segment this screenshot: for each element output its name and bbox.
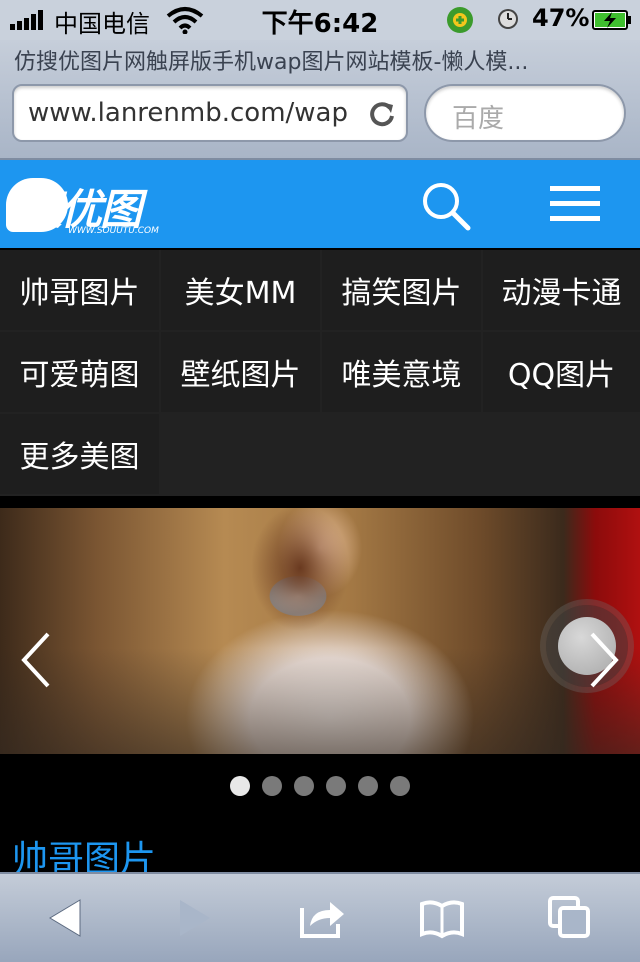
browser-chrome: 仿搜优图片网触屏版手机wap图片网站模板-懒人模... www.lanrenmb… [0,40,640,160]
category-item[interactable]: 帅哥图片 [0,250,159,330]
carousel-dot[interactable] [230,776,250,796]
carousel-dot[interactable] [326,776,346,796]
browser-search-input[interactable]: 百度 [424,84,626,142]
share-icon[interactable] [298,894,346,942]
carousel-dot[interactable] [358,776,378,796]
tabs-icon[interactable] [546,894,594,942]
banner-shade [0,648,640,754]
security-app-icon [447,7,473,33]
site-logo[interactable]: 搜优图 WWW.SOUUTU.COM [6,172,176,242]
category-grid: 帅哥图片 美女MM 搞笑图片 动漫卡通 可爱萌图 壁纸图片 唯美意境 QQ图片 … [0,250,640,496]
back-icon[interactable] [42,894,90,942]
carousel-pagination [0,776,640,800]
url-text[interactable]: www.lanrenmb.com/wap [28,98,358,128]
browser-page-title: 仿搜优图片网触屏版手机wap图片网站模板-懒人模... [14,50,529,75]
battery-charging-icon [592,10,631,30]
reload-icon[interactable] [368,100,396,128]
category-empty-cell [161,414,640,494]
category-item[interactable]: 唯美意境 [322,332,481,412]
category-item[interactable]: 美女MM [161,250,320,330]
category-item[interactable]: 更多美图 [0,414,159,494]
bookmarks-icon[interactable] [418,894,466,942]
image-carousel[interactable] [0,508,640,754]
carousel-prev-icon[interactable] [18,630,54,690]
category-item[interactable]: QQ图片 [483,332,640,412]
category-item[interactable]: 可爱萌图 [0,332,159,412]
forward-icon[interactable] [170,894,218,942]
carousel-dot[interactable] [294,776,314,796]
carousel-dot[interactable] [262,776,282,796]
logo-url-text: WWW.SOUUTU.COM [68,226,159,236]
category-item[interactable]: 壁纸图片 [161,332,320,412]
status-bar: 中国电信 下午6:42 47% [0,0,640,40]
menu-icon[interactable] [548,182,602,226]
category-item[interactable]: 动漫卡通 [483,250,640,330]
battery-percent: 47% [532,4,590,32]
carousel-dot[interactable] [390,776,410,796]
search-placeholder: 百度 [452,104,505,134]
alarm-clock-icon [498,9,518,29]
search-icon[interactable] [420,180,472,232]
address-bar[interactable]: www.lanrenmb.com/wap [12,84,408,142]
site-header: 搜优图 WWW.SOUUTU.COM [0,160,640,248]
category-item[interactable]: 搞笑图片 [322,250,481,330]
carousel-next-icon[interactable] [586,630,622,690]
browser-toolbar [0,872,640,962]
